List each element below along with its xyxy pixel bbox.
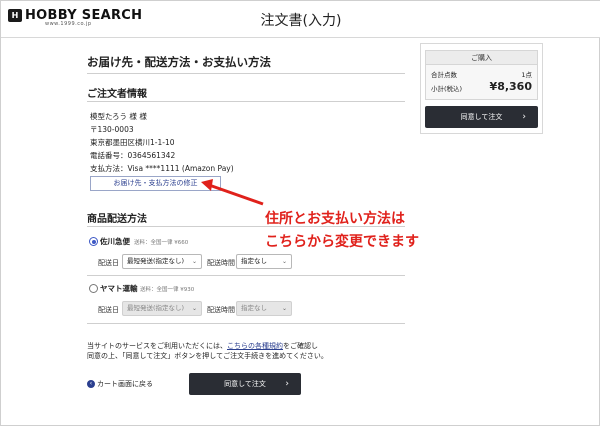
delivery-time-select[interactable]: 指定なし ⌄ — [236, 254, 292, 269]
terms-link[interactable]: こちらの各種規約 — [227, 342, 283, 350]
delivery-date-select[interactable]: 最短発送(指定なし) ⌄ — [122, 301, 202, 316]
carrier-name: ヤマト運輸 — [100, 284, 138, 293]
delivery-time-value: 指定なし — [241, 257, 267, 265]
divider — [87, 323, 405, 324]
summary-count-row: 合計点数 1点 — [431, 69, 532, 79]
agree-and-order-label: 同意して注文 — [224, 380, 266, 388]
chevron-down-icon: ⌄ — [281, 305, 287, 312]
orderer-postal: 〒130-0003 — [90, 125, 134, 134]
summary-subtotal-value: ¥8,360 — [489, 80, 532, 93]
terms-notice-line-2: 同意の上、「同意して注文」ボタンを押してご注文手続きを進めてください。 — [87, 352, 328, 360]
terms-notice-text: 当サイトのサービスをご利用いただくには、 — [87, 342, 227, 350]
delivery-date-label: 配送日 — [98, 306, 119, 314]
carrier-fee: 送料：全国一律 ¥930 — [140, 287, 195, 293]
delivery-time-select[interactable]: 指定なし ⌄ — [236, 301, 292, 316]
orderer-title: ご注文者情報 — [87, 89, 147, 100]
summary-subtotal-label: 小計(税込) — [431, 85, 463, 93]
divider — [87, 73, 405, 74]
chevron-down-icon: ⌄ — [191, 305, 197, 312]
carrier-name: 佐川急便 — [100, 237, 130, 246]
agree-and-order-button[interactable]: 同意して注文 › — [189, 373, 301, 395]
carrier-fee: 送料：全国一律 ¥660 — [134, 240, 189, 246]
carrier-radio-yamato[interactable] — [89, 284, 98, 293]
summary-agree-and-order-label: 同意して注文 — [460, 113, 503, 121]
summary-count-value: 1点 — [521, 71, 532, 79]
delivery-date-label: 配送日 — [98, 259, 119, 267]
delivery-date-value: 最短発送(指定なし) — [127, 304, 185, 312]
carrier-radio-sagawa[interactable] — [89, 237, 98, 246]
summary-head: ご購入 — [426, 51, 537, 65]
annotation-line-2: こちらから変更できます — [265, 234, 419, 250]
back-arrow-icon: ‹ — [87, 380, 95, 388]
terms-notice-line-1: 当サイトのサービスをご利用いただくには、こちらの各種規約をご確認し — [87, 341, 318, 351]
chevron-down-icon: ⌄ — [281, 258, 287, 265]
shipping-title: 商品配送方法 — [87, 214, 147, 225]
back-to-cart-link[interactable]: ‹ カート画面に戻る — [87, 379, 153, 389]
orderer-phone: 電話番号：0364561342 — [90, 151, 176, 160]
terms-notice-text: をご確認し — [283, 342, 318, 350]
orderer-payment: 支払方法：Visa ****1111 (Amazon Pay) — [90, 164, 234, 173]
header: H HOBBY SEARCH www.1999.co.jp 注文書(入力) — [1, 1, 600, 38]
summary-count-label: 合計点数 — [431, 71, 457, 79]
order-summary: ご購入 合計点数 1点 小計(税込) ¥8,360 同意して注文 › — [420, 43, 543, 134]
orderer-address: 東京都墨田区横川1-1-10 — [90, 138, 175, 147]
delivery-date-select[interactable]: 最短発送(指定なし) ⌄ — [122, 254, 202, 269]
delivery-time-value: 指定なし — [241, 304, 267, 312]
delivery-time-label: 配送時間 — [207, 306, 235, 314]
divider — [87, 275, 405, 276]
annotation-line-1: 住所とお支払い方法は — [265, 211, 405, 227]
back-to-cart-label: カート画面に戻る — [97, 380, 153, 388]
summary-subtotal-row: 小計(税込) ¥8,360 — [431, 80, 532, 93]
delivery-time-label: 配送時間 — [207, 259, 235, 267]
order-summary-box: ご購入 合計点数 1点 小計(税込) ¥8,360 — [425, 50, 538, 100]
divider — [87, 226, 405, 227]
orderer-name: 模型たろう 様 様 — [90, 112, 147, 121]
chevron-down-icon: ⌄ — [191, 258, 197, 265]
arrow-right-icon: › — [522, 112, 526, 122]
section-title: お届け先・配送方法・お支払い方法 — [87, 55, 271, 69]
divider — [87, 101, 405, 102]
page-title: 注文書(入力) — [260, 13, 342, 29]
summary-agree-and-order-button[interactable]: 同意して注文 › — [425, 106, 538, 128]
delivery-date-value: 最短発送(指定なし) — [127, 257, 185, 265]
annotation-arrow-icon — [201, 179, 264, 206]
arrow-right-icon: › — [285, 379, 289, 389]
